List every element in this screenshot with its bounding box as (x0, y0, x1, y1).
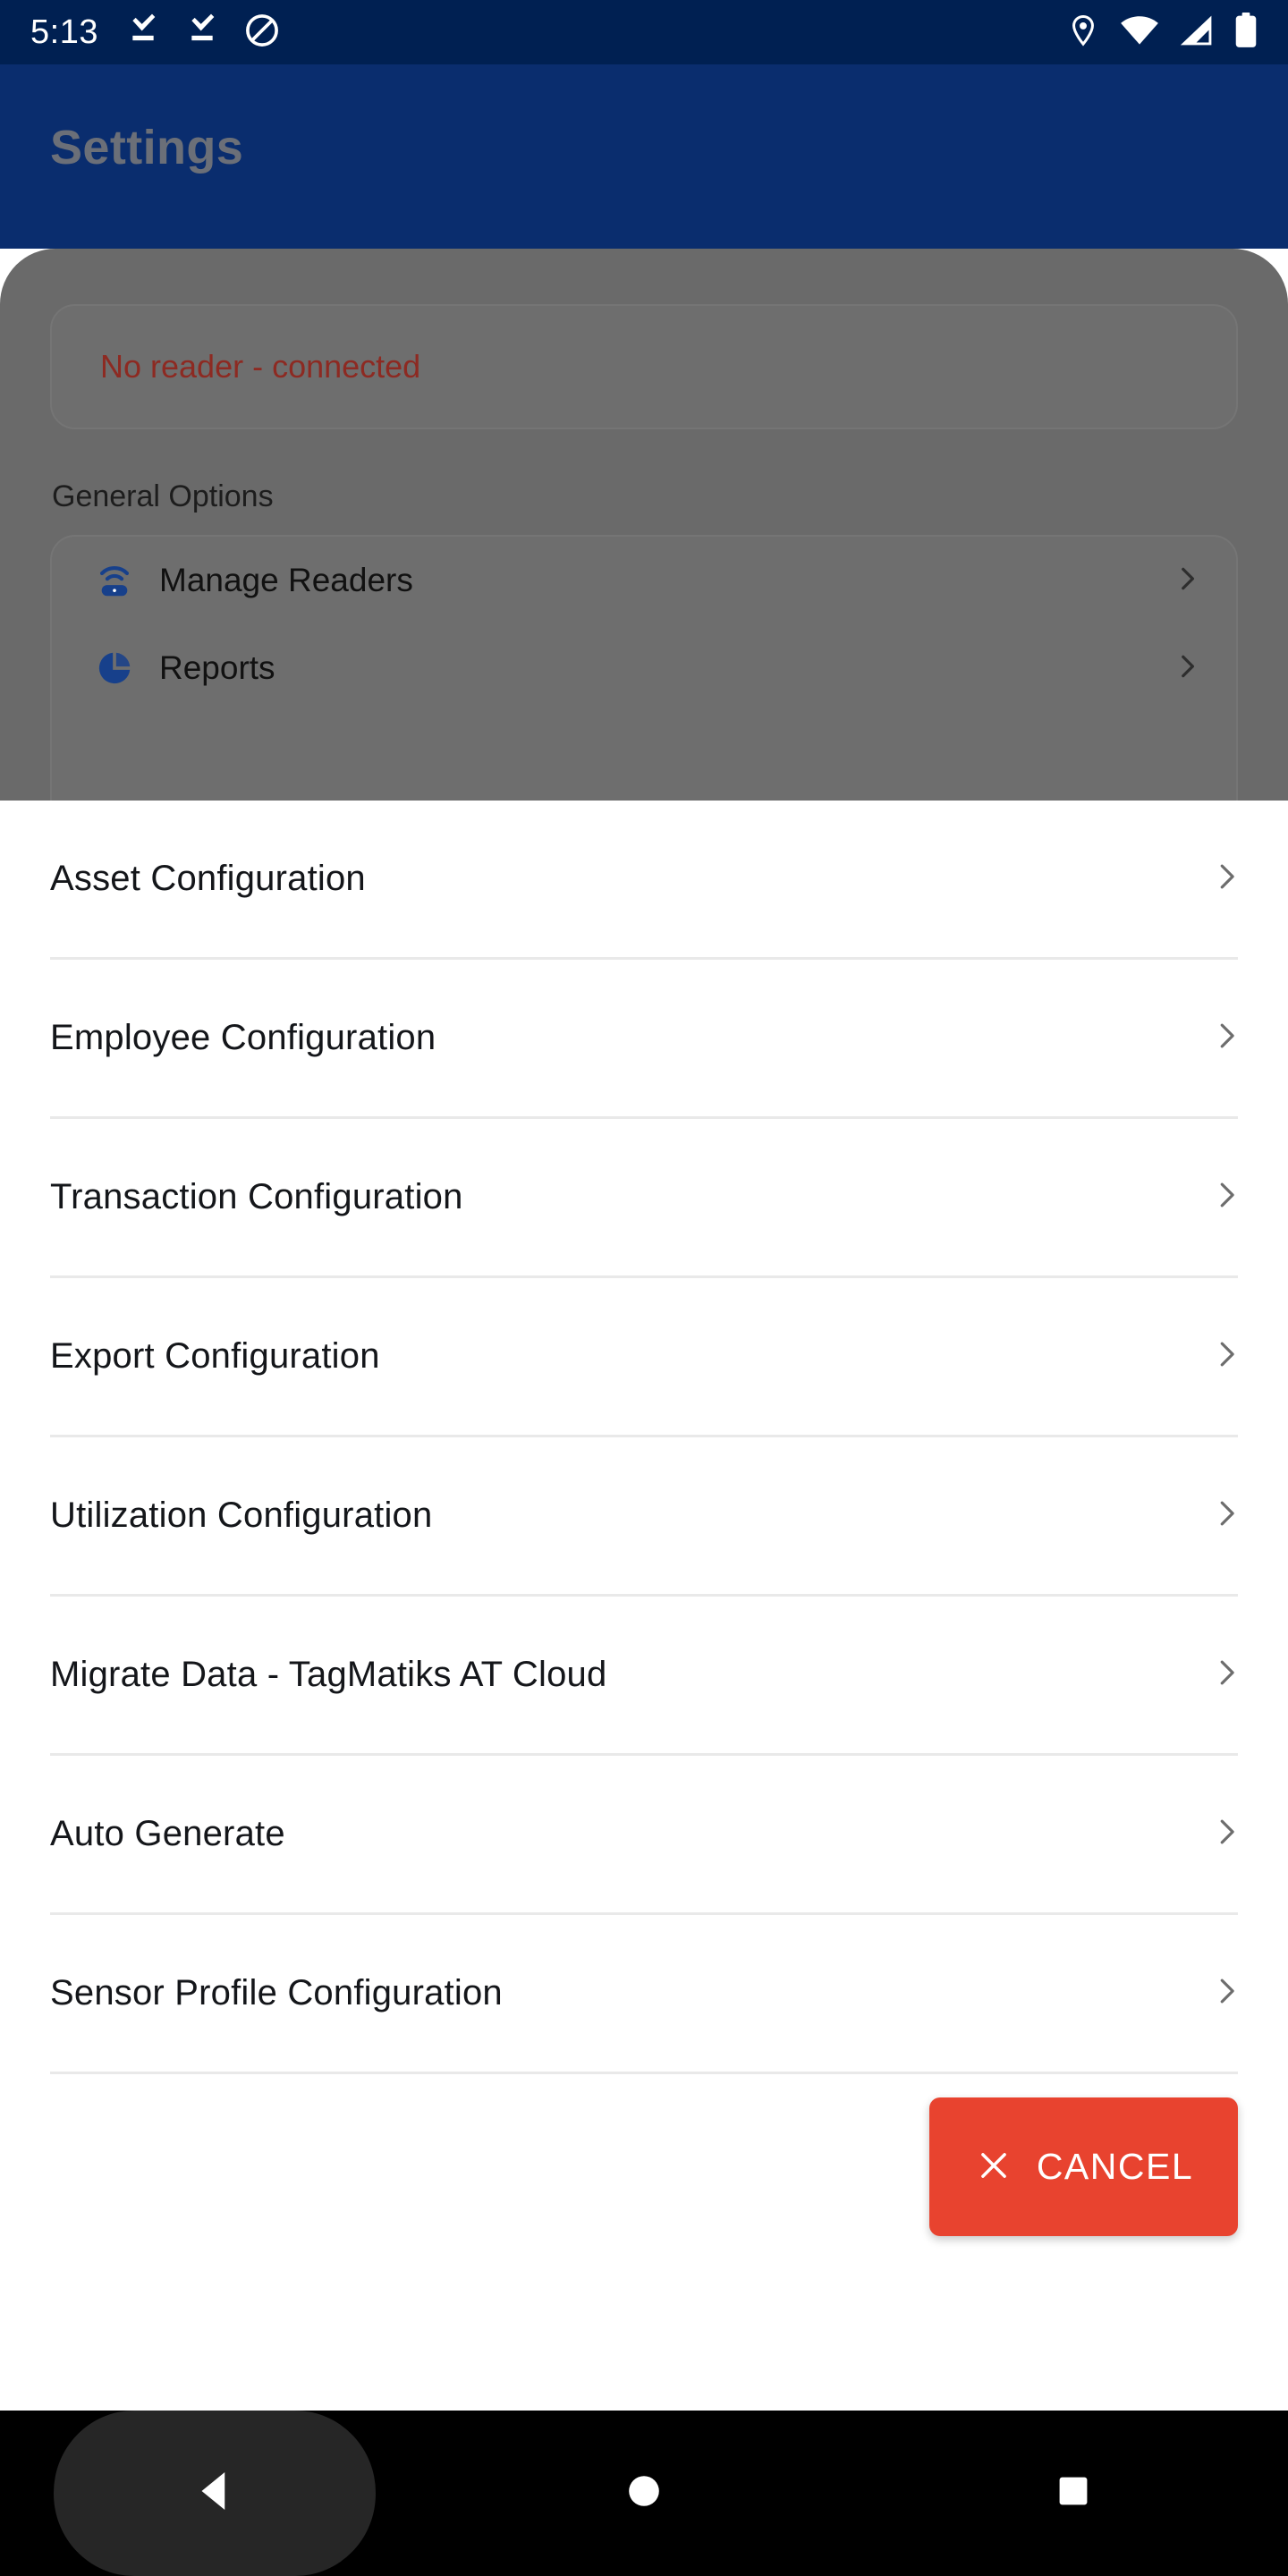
wifi-icon (1120, 13, 1159, 52)
do-not-disturb-icon (243, 12, 281, 54)
close-x-icon (974, 2146, 1013, 2188)
list-item-label: Transaction Configuration (50, 1177, 463, 1216)
status-bar-system-icons (1066, 12, 1258, 53)
general-options-card: Manage Readers Reports (50, 535, 1238, 803)
chevron-right-icon (1209, 1974, 1243, 2012)
list-item[interactable]: Employee Configuration (0, 960, 1288, 1116)
back-triangle-icon (188, 2464, 242, 2522)
chevron-right-icon (1172, 564, 1202, 598)
chevron-right-icon (1209, 1178, 1243, 1216)
general-options-label: General Options (52, 479, 274, 513)
list-item-label: Export Configuration (50, 1336, 380, 1376)
list-divider (50, 2072, 1238, 2074)
list-item-label: Asset Configuration (50, 859, 366, 898)
list-item-label: Sensor Profile Configuration (50, 1973, 503, 2012)
chevron-right-icon (1209, 860, 1243, 898)
settings-row-label: Reports (159, 649, 275, 686)
list-item[interactable]: Migrate Data - TagMatiks AT Cloud (0, 1597, 1288, 1753)
list-item-label: Auto Generate (50, 1814, 285, 1853)
home-circle-icon (623, 2470, 665, 2517)
nav-home-button[interactable] (429, 2411, 859, 2576)
nav-back-button[interactable] (0, 2411, 429, 2576)
list-item-label: Employee Configuration (50, 1018, 436, 1057)
android-navigation-bar (0, 2411, 1288, 2576)
settings-row-manage-readers[interactable]: Manage Readers (52, 537, 1236, 624)
location-icon (1066, 13, 1100, 52)
app-header: Settings (0, 64, 1288, 249)
battery-icon (1234, 12, 1258, 53)
configuration-bottom-sheet: Asset Configuration Employee Configurati… (0, 801, 1288, 2294)
list-item-label: Migrate Data - TagMatiks AT Cloud (50, 1655, 607, 1694)
page-title: Settings (50, 121, 244, 174)
cancel-button-label: CANCEL (1036, 2146, 1194, 2187)
settings-content-scrim: No reader - connected General Options Ma… (0, 249, 1288, 803)
reader-status-card[interactable]: No reader - connected (50, 304, 1238, 429)
phone-screen: 5:13 Settings No reader - connected Gene… (0, 0, 1288, 2576)
list-item[interactable]: Sensor Profile Configuration (0, 1915, 1288, 2072)
reader-router-icon (91, 561, 138, 600)
status-bar: 5:13 (0, 0, 1288, 64)
reader-status-text: No reader - connected (100, 348, 421, 385)
chevron-right-icon (1172, 651, 1202, 686)
recents-square-icon (1054, 2471, 1093, 2515)
chevron-right-icon (1209, 1496, 1243, 1535)
settings-row-reports[interactable]: Reports (52, 624, 1236, 712)
download-icon (125, 13, 161, 53)
chevron-right-icon (1209, 1337, 1243, 1376)
status-bar-notification-icons (125, 12, 281, 54)
settings-row-label: Manage Readers (159, 562, 413, 598)
cancel-button-container: CANCEL (929, 2097, 1238, 2236)
list-item-label: Utilization Configuration (50, 1496, 433, 1535)
list-item[interactable]: Export Configuration (0, 1278, 1288, 1435)
chevron-right-icon (1209, 1019, 1243, 1057)
cellular-signal-icon (1179, 13, 1215, 52)
download-icon (184, 13, 220, 53)
list-item[interactable]: Transaction Configuration (0, 1119, 1288, 1275)
chevron-right-icon (1209, 1656, 1243, 1694)
list-item[interactable]: Utilization Configuration (0, 1437, 1288, 1594)
cancel-button[interactable]: CANCEL (929, 2097, 1238, 2236)
status-bar-clock: 5:13 (30, 13, 98, 51)
list-item[interactable]: Asset Configuration (0, 801, 1288, 957)
pie-chart-icon (91, 648, 138, 688)
chevron-right-icon (1209, 1815, 1243, 1853)
nav-recents-button[interactable] (859, 2411, 1288, 2576)
configuration-list: Asset Configuration Employee Configurati… (0, 801, 1288, 2074)
list-item[interactable]: Auto Generate (0, 1756, 1288, 1912)
